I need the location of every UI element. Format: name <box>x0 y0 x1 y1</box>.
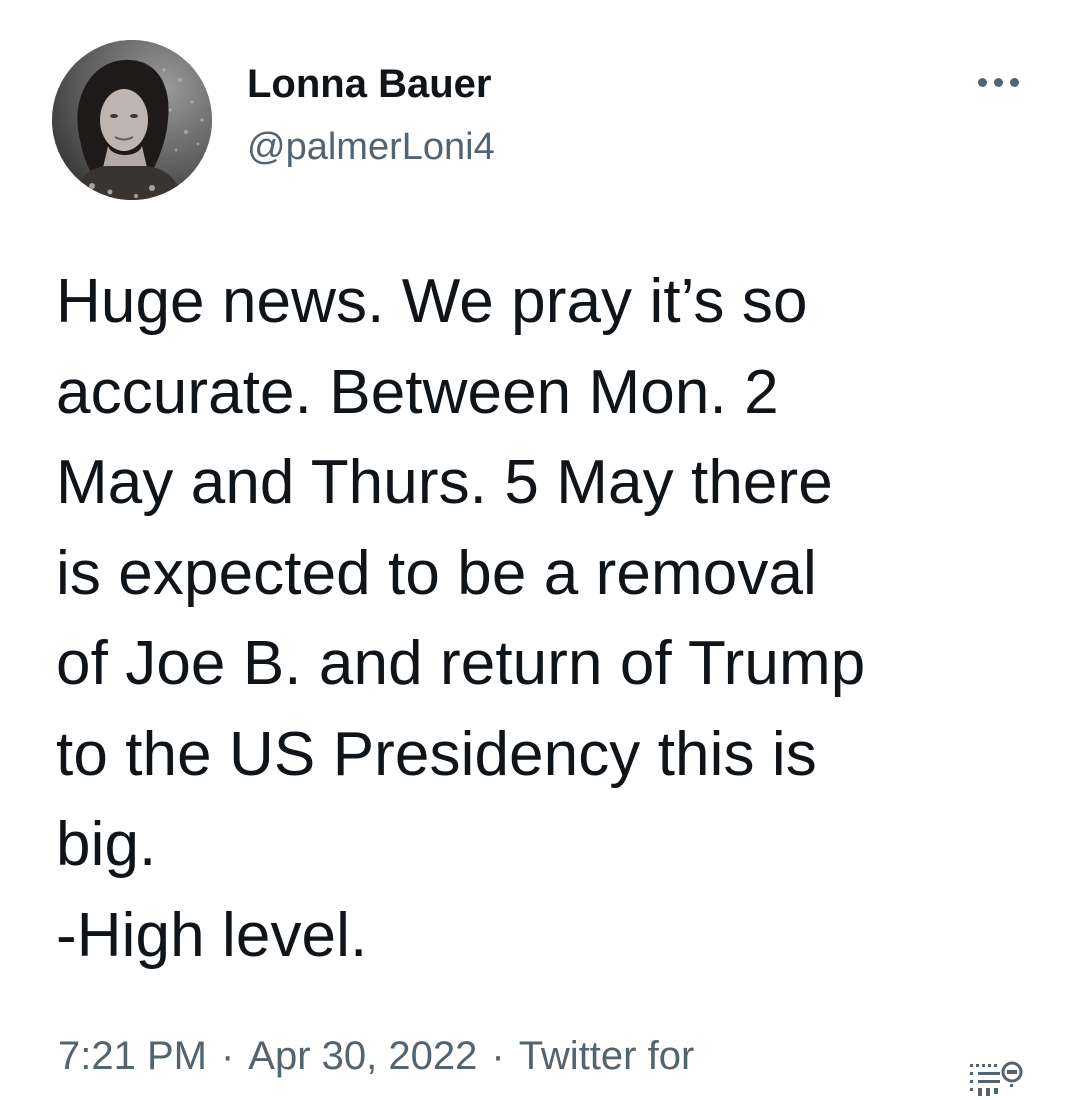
tweet-date[interactable]: Apr 30, 2022 <box>248 1034 477 1078</box>
watermark-icon <box>966 1058 1026 1098</box>
author-handle[interactable]: @palmerLoni4 <box>247 124 495 170</box>
more-horizontal-icon <box>993 77 1003 87</box>
more-options-button[interactable] <box>966 62 1030 102</box>
author-display-name[interactable]: Lonna Bauer <box>247 60 491 108</box>
meta-separator: · <box>220 1034 235 1078</box>
tweet-meta: 7:21 PM · Apr 30, 2022 · Twitter for <box>58 1030 694 1082</box>
tweet-text: Huge news. We pray it’s so accurate. Bet… <box>56 267 866 970</box>
more-horizontal-icon <box>977 77 987 87</box>
tweet-time[interactable]: 7:21 PM <box>58 1034 207 1078</box>
meta-separator: · <box>491 1034 505 1078</box>
author-avatar[interactable] <box>52 40 212 200</box>
tweet-source[interactable]: Twitter for <box>519 1034 695 1078</box>
profile-photo-icon <box>52 40 212 200</box>
tweet-card: Lonna Bauer @palmerLoni4 Huge news. We p… <box>0 0 1080 1100</box>
more-horizontal-icon <box>1009 77 1019 87</box>
